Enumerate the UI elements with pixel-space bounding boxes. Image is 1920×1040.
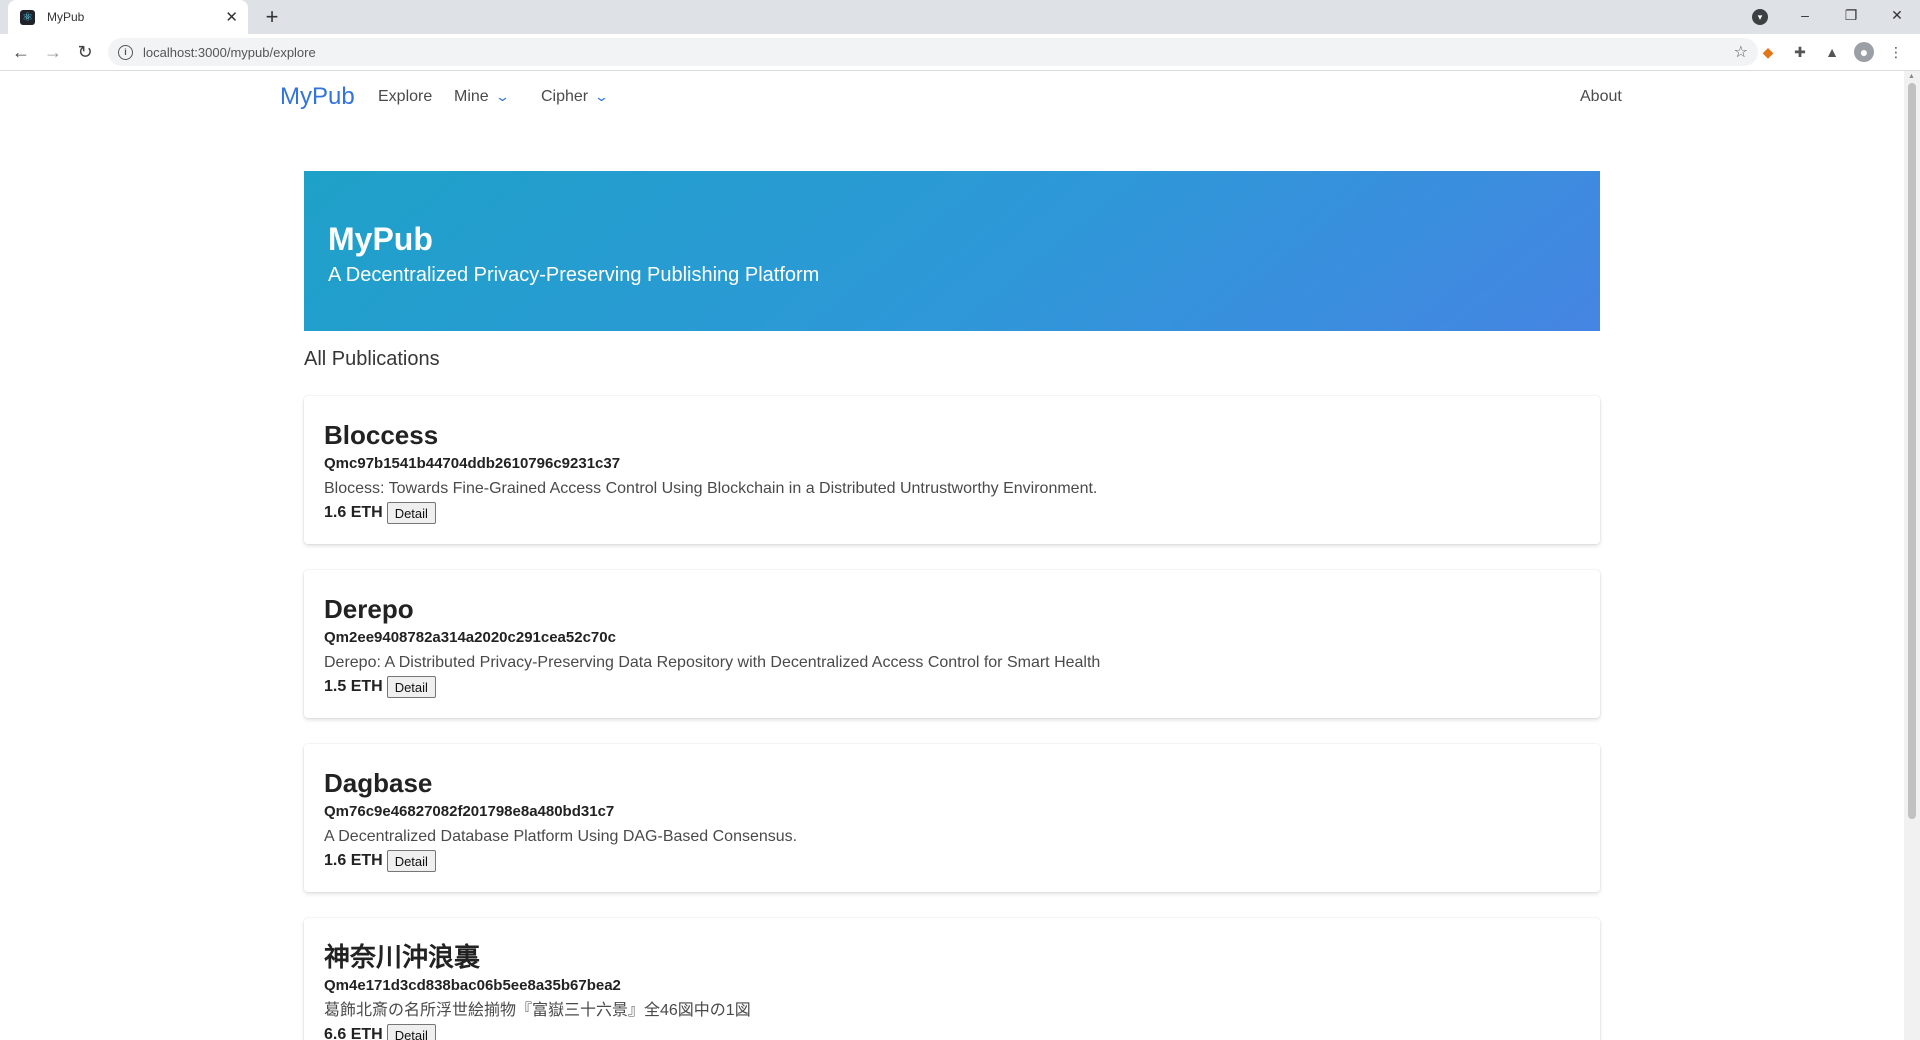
- publication-hash: Qm4e171d3cd838bac06b5ee8a35b67bea2: [324, 977, 621, 994]
- publication-card: Dagbase Qm76c9e46827082f201798e8a480bd31…: [304, 744, 1600, 892]
- labs-flask-icon[interactable]: ▲: [1822, 42, 1842, 62]
- nav-cipher-label: Cipher: [541, 88, 589, 105]
- publication-title: Dagbase: [324, 768, 433, 798]
- page-scrollbar[interactable]: ▲: [1904, 71, 1920, 1040]
- section-title: All Publications: [304, 348, 440, 370]
- bookmark-star-icon[interactable]: ☆: [1734, 42, 1748, 62]
- chevron-down-icon: ⌄: [593, 89, 610, 104]
- publication-title: Bloccess: [324, 420, 439, 450]
- publication-price: 1.5 ETH: [324, 678, 383, 695]
- reload-icon[interactable]: ↻: [72, 39, 98, 65]
- detail-button[interactable]: Detail: [386, 502, 436, 524]
- nav-about[interactable]: About: [1580, 88, 1622, 106]
- detail-button[interactable]: Detail: [386, 1024, 436, 1040]
- publication-title: 神奈川沖浪裏: [324, 942, 481, 972]
- menu-kebab-icon[interactable]: ⋮: [1886, 42, 1906, 62]
- browser-tab[interactable]: ⚛ MyPub ✕: [8, 0, 248, 34]
- nav-mine-label: Mine: [454, 88, 489, 105]
- hero-subtitle: A Decentralized Privacy-Preserving Publi…: [328, 264, 820, 286]
- publication-price: 6.6 ETH: [324, 1026, 383, 1040]
- minimize-button[interactable]: –: [1782, 0, 1828, 30]
- publication-price-row: 6.6 ETH Detail: [324, 1024, 1580, 1040]
- back-arrow-icon[interactable]: ←: [8, 39, 34, 65]
- react-favicon-icon: ⚛: [20, 9, 35, 25]
- publication-price-row: 1.6 ETH Detail: [324, 850, 1580, 872]
- detail-button[interactable]: Detail: [386, 850, 436, 872]
- scrollbar-thumb[interactable]: [1908, 83, 1916, 819]
- publication-hash: Qmc97b1541b44704ddb2610796c9231c37: [324, 455, 621, 472]
- close-window-button[interactable]: ✕: [1874, 0, 1920, 30]
- scroll-up-arrow-icon[interactable]: ▲: [1908, 73, 1915, 80]
- browser-tab-strip: ⚛ MyPub ✕ + ▾ – ❐ ✕: [0, 0, 1920, 34]
- publication-description: Derepo: A Distributed Privacy-Preserving…: [324, 654, 1101, 671]
- metamask-extension-icon[interactable]: ◆: [1758, 42, 1778, 62]
- chevron-down-icon: ⌄: [494, 89, 510, 104]
- publication-description: 葛飾北斎の名所浮世絵揃物『富嶽三十六景』全46図中の1図: [324, 1002, 751, 1019]
- tab-search-icon[interactable]: ▾: [1752, 9, 1768, 25]
- publication-card: Bloccess Qmc97b1541b44704ddb2610796c9231…: [304, 396, 1600, 544]
- tab-close-icon[interactable]: ✕: [225, 8, 238, 26]
- forward-arrow-icon[interactable]: →: [40, 39, 66, 65]
- publication-description: Blocess: Towards Fine-Grained Access Con…: [324, 480, 1098, 497]
- tab-title: MyPub: [47, 10, 85, 24]
- site-info-icon[interactable]: i: [118, 44, 133, 60]
- nav-explore[interactable]: Explore: [378, 88, 432, 106]
- nav-mine-dropdown[interactable]: Mine ⌄: [454, 88, 510, 106]
- publication-card: Derepo Qm2ee9408782a314a2020c291cea52c70…: [304, 570, 1600, 718]
- publication-price: 1.6 ETH: [324, 504, 383, 521]
- restore-button[interactable]: ❐: [1828, 0, 1874, 30]
- nav-about-label: About: [1580, 88, 1622, 105]
- publication-price: 1.6 ETH: [324, 852, 383, 869]
- address-bar[interactable]: i localhost:3000/mypub/explore ☆: [108, 38, 1758, 66]
- top-navbar: MyPub Explore Mine ⌄ Cipher ⌄ About: [0, 71, 1904, 123]
- nav-cipher-dropdown[interactable]: Cipher ⌄: [541, 88, 610, 106]
- publication-price-row: 1.5 ETH Detail: [324, 676, 1580, 698]
- nav-explore-label: Explore: [378, 88, 433, 105]
- publication-price-row: 1.6 ETH Detail: [324, 502, 1580, 524]
- brand-logo-link[interactable]: MyPub: [280, 83, 355, 111]
- new-tab-button[interactable]: +: [258, 3, 286, 31]
- publication-hash: Qm2ee9408782a314a2020c291cea52c70c: [324, 629, 616, 646]
- publication-title: Derepo: [324, 594, 414, 624]
- hero-title: MyPub: [328, 221, 433, 257]
- profile-avatar-icon[interactable]: ●: [1854, 42, 1874, 62]
- hero-banner: MyPub A Decentralized Privacy-Preserving…: [304, 171, 1600, 331]
- detail-button[interactable]: Detail: [386, 676, 436, 698]
- browser-toolbar: ← → ↻ i localhost:3000/mypub/explore ☆ ◆…: [0, 34, 1920, 71]
- url-text[interactable]: localhost:3000/mypub/explore: [143, 45, 1734, 60]
- page-viewport: MyPub Explore Mine ⌄ Cipher ⌄ About MyPu…: [0, 71, 1904, 1040]
- publication-description: A Decentralized Database Platform Using …: [324, 828, 798, 845]
- extensions-puzzle-icon[interactable]: ✚: [1790, 42, 1810, 62]
- publication-hash: Qm76c9e46827082f201798e8a480bd31c7: [324, 803, 615, 820]
- publication-card: 神奈川沖浪裏 Qm4e171d3cd838bac06b5ee8a35b67bea…: [304, 918, 1600, 1040]
